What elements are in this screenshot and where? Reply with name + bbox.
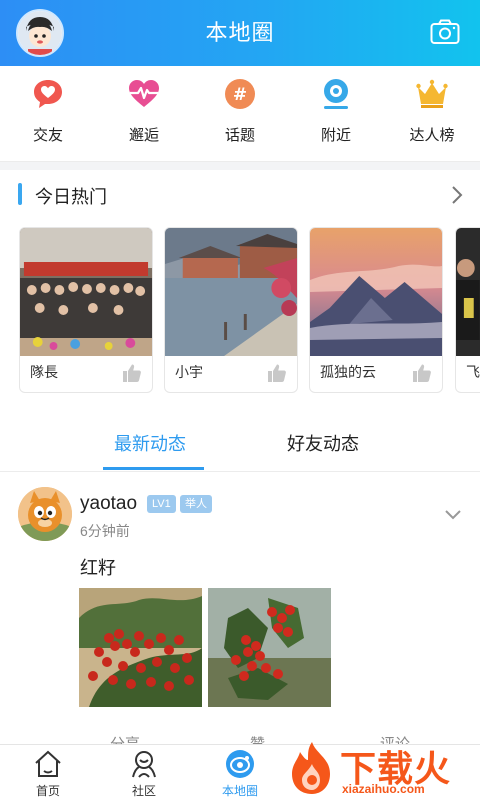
app-root: 本地圈 交友 邂逅 # 话题 附近 达人榜 今日热门 隊長 小宇 孤独的云 飞 … (0, 0, 480, 800)
category-label: 交友 (32, 127, 63, 144)
card-author: 隊長 (30, 364, 58, 380)
chevron-right-icon[interactable] (450, 185, 464, 205)
category-label: 达人榜 (409, 127, 455, 144)
card-author: 飞 (466, 364, 480, 380)
svg-text:#: # (233, 85, 247, 105)
hot-today-title: 今日热门 (35, 187, 107, 207)
heartbeat-icon (129, 80, 159, 107)
flame-logo (292, 742, 330, 794)
nav-label: 本地圈 (221, 784, 258, 798)
chevron-down-icon[interactable] (444, 509, 462, 521)
hot-card[interactable]: 孤独的云 (309, 227, 443, 393)
level-badge: LV1 (147, 495, 176, 513)
hot-card[interactable]: 小宇 (164, 227, 298, 393)
hashtag-icon: # (225, 79, 255, 109)
nav-home[interactable]: 首页 (18, 749, 78, 799)
heart-chat-icon (34, 80, 62, 108)
post-text: 红籽 (80, 558, 116, 578)
local-circle-icon (226, 750, 254, 778)
category-encounter[interactable]: 邂逅 (96, 66, 192, 161)
post-photo[interactable] (79, 588, 202, 707)
tab-friends[interactable]: 好友动态 (287, 430, 359, 456)
hot-card[interactable]: 隊長 (19, 227, 153, 393)
hot-card[interactable]: 飞 (455, 227, 480, 393)
watermark: 下载火 xiazaihuo.com (282, 734, 480, 800)
category-nav: 交友 邂逅 # 话题 附近 达人榜 (0, 66, 480, 162)
post-photo[interactable] (208, 588, 331, 707)
post-avatar[interactable] (18, 487, 72, 541)
category-label: 邂逅 (128, 127, 159, 144)
category-label: 话题 (224, 127, 255, 144)
card-photo (20, 228, 152, 356)
header-bar: 本地圈 (0, 0, 480, 66)
home-icon (35, 750, 61, 777)
category-topic[interactable]: # 话题 (192, 66, 288, 161)
feed-tabs: 最新动态 好友动态 (0, 412, 480, 472)
card-photo (165, 228, 297, 356)
crown-icon (416, 79, 448, 108)
thumbs-up-icon[interactable] (412, 363, 432, 383)
camera-icon[interactable] (430, 19, 460, 45)
hot-today-header[interactable]: 今日热门 (0, 170, 480, 220)
card-author: 小宇 (175, 364, 203, 380)
post-time: 6分钟前 (80, 523, 130, 539)
active-tab-indicator (103, 467, 204, 470)
card-photo (310, 228, 442, 356)
community-icon (132, 751, 156, 778)
nav-label: 社区 (131, 784, 156, 798)
category-nearby[interactable]: 附近 (288, 66, 384, 161)
section-marker (18, 183, 22, 205)
nav-community[interactable]: 社区 (114, 749, 174, 799)
post-username[interactable]: yaotao (80, 493, 137, 515)
category-make-friends[interactable]: 交友 (0, 66, 96, 161)
category-label: 附近 (320, 127, 351, 144)
spacer (0, 400, 480, 412)
thumbs-up-icon[interactable] (122, 363, 142, 383)
card-author: 孤独的云 (320, 364, 376, 380)
thumbs-up-icon[interactable] (267, 363, 287, 383)
page-title: 本地圈 (205, 20, 275, 45)
category-leaderboard[interactable]: 达人榜 (384, 66, 480, 161)
feed-post: yaotao LV1 举人 6分钟前 红籽 分享 赞 评论 (0, 473, 480, 747)
nav-label: 首页 (35, 784, 60, 798)
hot-cards-carousel[interactable]: 隊長 小宇 孤独的云 飞 (0, 222, 480, 400)
tab-latest[interactable]: 最新动态 (114, 430, 186, 456)
card-photo (456, 228, 480, 356)
location-icon (324, 79, 348, 109)
watermark-url: xiazaihuo.com (342, 782, 425, 796)
section-divider (0, 162, 480, 170)
title-badge: 举人 (180, 495, 212, 513)
nav-local-circle[interactable]: 本地圈 (210, 749, 270, 799)
